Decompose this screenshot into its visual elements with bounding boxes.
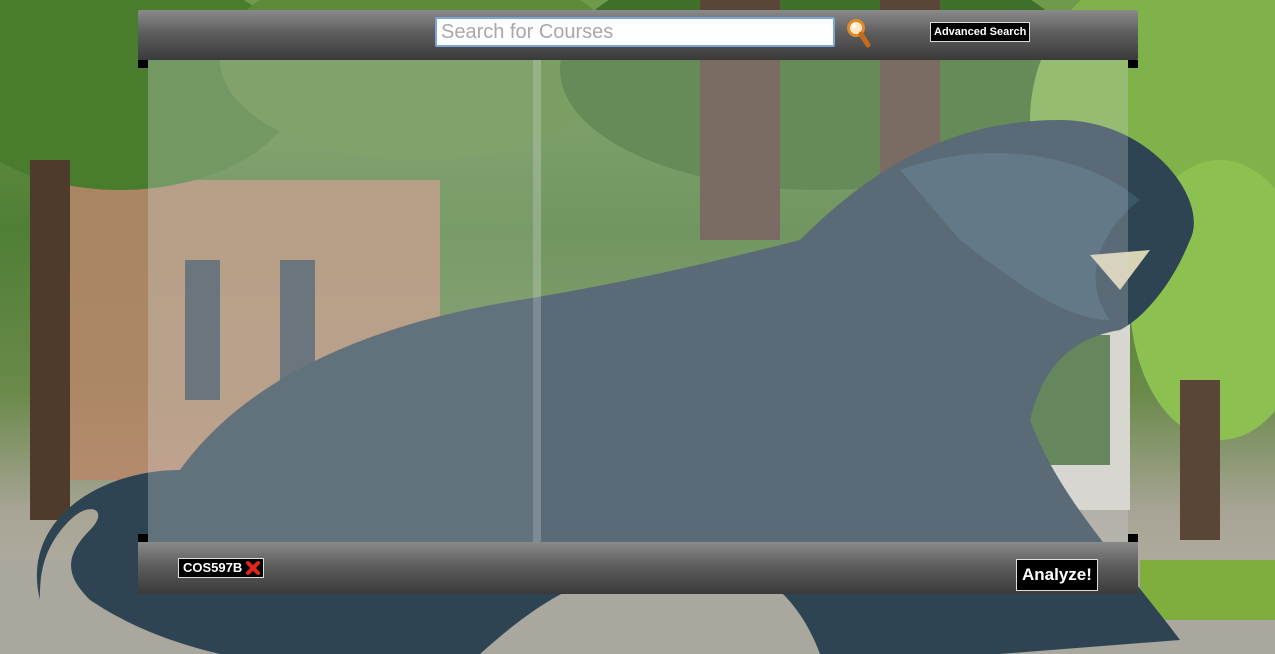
course-code-label: COS597B [183,560,243,575]
panel-corner [1128,60,1138,68]
selected-course-chip: COS597B [178,558,265,578]
course-list-column [148,60,541,542]
analysis-column [541,60,1128,542]
magnifier-icon[interactable] [846,18,872,50]
course-search-input[interactable] [435,17,835,47]
panel-corner [138,534,148,542]
panel-corner [1128,534,1138,542]
bottom-action-bar: COS597B Analyze! [138,542,1138,594]
panel-corner [138,60,148,68]
advanced-search-button[interactable]: Advanced Search [930,22,1031,42]
red-x-icon[interactable] [246,561,261,575]
analyze-button[interactable]: Analyze! [1016,559,1098,591]
results-panel [148,60,1128,542]
top-search-bar: Advanced Search [138,10,1138,60]
